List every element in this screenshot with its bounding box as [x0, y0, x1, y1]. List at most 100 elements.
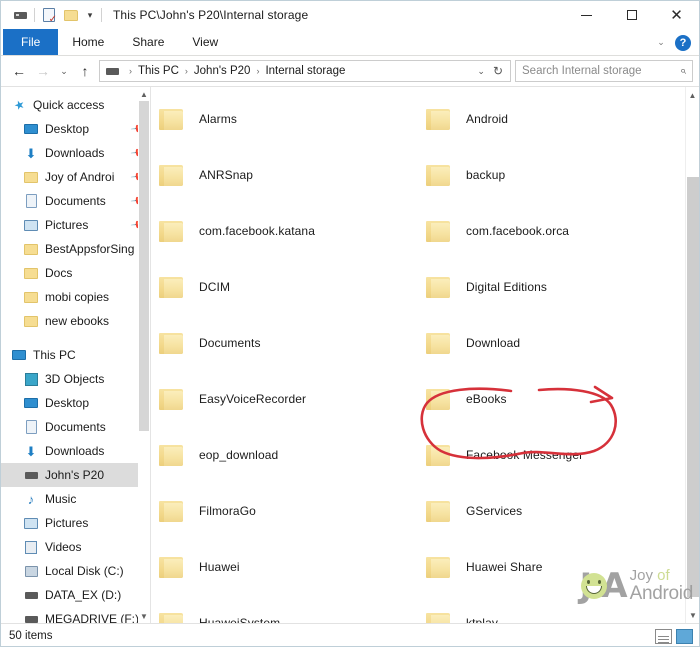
tab-view[interactable]: View — [178, 29, 232, 55]
tab-home[interactable]: Home — [58, 29, 118, 55]
file-item-easyvoicerecorder[interactable]: EasyVoiceRecorder — [151, 371, 418, 427]
new-folder-icon[interactable] — [60, 5, 82, 25]
file-label: Huawei — [199, 560, 240, 574]
folder-icon — [159, 275, 185, 299]
watermark: J A Joy of Android — [580, 568, 694, 604]
sidebar-item-pc-desktop[interactable]: Desktop — [1, 391, 150, 415]
forward-button[interactable]: → — [31, 59, 55, 83]
file-label: GServices — [466, 504, 523, 518]
sidebar-item-pc-pictures[interactable]: Pictures — [1, 511, 150, 535]
sidebar-item-3d-objects[interactable]: 3D Objects — [1, 367, 150, 391]
ribbon-right-controls: ⌄ ? — [653, 29, 695, 56]
monitor-icon — [23, 395, 39, 411]
breadcrumb-this-pc[interactable]: This PC — [138, 65, 179, 77]
sidebar-item-documents[interactable]: Documents 📌 — [1, 189, 150, 213]
sidebar-item-desktop[interactable]: Desktop 📌 — [1, 117, 150, 141]
sidebar-item-downloads[interactable]: ⬇ Downloads 📌 — [1, 141, 150, 165]
sidebar-item-data-ex-d[interactable]: DATA_EX (D:) — [1, 583, 150, 607]
sidebar-item-pictures[interactable]: Pictures 📌 — [1, 213, 150, 237]
breadcrumb-separator-2: › — [256, 66, 260, 76]
minimize-button[interactable] — [564, 1, 609, 29]
scroll-down-icon[interactable]: ▼ — [138, 609, 150, 623]
file-label: Documents — [199, 336, 261, 350]
help-icon[interactable]: ? — [675, 34, 691, 51]
file-item-alarms[interactable]: Alarms — [151, 91, 418, 147]
properties-icon[interactable] — [38, 5, 60, 25]
scroll-up-icon[interactable]: ▲ — [138, 87, 150, 101]
file-pane-scrollbar[interactable]: ▲ ▼ — [685, 87, 699, 623]
file-item-download[interactable]: Download — [418, 315, 685, 371]
file-item-documents[interactable]: Documents — [151, 315, 418, 371]
file-label: Digital Editions — [466, 280, 547, 294]
download-icon: ⬇ — [25, 443, 37, 459]
status-bar: 50 items — [1, 623, 699, 646]
breadcrumb-johns-p20[interactable]: John's P20 — [194, 65, 251, 77]
back-button[interactable]: ← — [7, 59, 31, 83]
sidebar-item-johns-p20[interactable]: John's P20 — [1, 463, 150, 487]
recent-locations-button[interactable]: ⌄ — [55, 59, 73, 83]
breadcrumb-internal-storage[interactable]: Internal storage — [265, 65, 345, 77]
up-button[interactable]: ↑ — [73, 59, 97, 83]
sidebar-item-mobi-copies[interactable]: mobi copies — [1, 285, 150, 309]
file-item-facebook-messenger[interactable]: Facebook Messenger — [418, 427, 685, 483]
sidebar-scroll-thumb[interactable] — [139, 101, 149, 431]
details-view-button[interactable] — [655, 628, 672, 644]
breadcrumb[interactable]: › This PC › John's P20 › Internal storag… — [99, 60, 511, 82]
scroll-down-icon[interactable]: ▼ — [686, 607, 699, 623]
file-item-filmorago[interactable]: FilmoraGo — [151, 483, 418, 539]
address-bar: ← → ⌄ ↑ › This PC › John's P20 › Interna… — [1, 56, 699, 86]
tab-file[interactable]: File — [3, 29, 59, 55]
sidebar-item-bestappsforsing[interactable]: BestAppsforSing — [1, 237, 150, 261]
3d-objects-icon — [23, 371, 39, 387]
file-item-backup[interactable]: backup — [418, 147, 685, 203]
file-item-android[interactable]: Android — [418, 91, 685, 147]
drive-icon[interactable] — [9, 5, 31, 25]
search-icon: ⌕ — [679, 64, 686, 77]
file-item-huawei[interactable]: Huawei — [151, 539, 418, 595]
drive-icon — [23, 611, 39, 623]
file-item-digital-editions[interactable]: Digital Editions — [418, 259, 685, 315]
chevron-down-icon[interactable]: ⌄ — [474, 66, 488, 77]
item-count: 50 items — [9, 629, 53, 642]
file-item-dcim[interactable]: DCIM — [151, 259, 418, 315]
sidebar-item-music[interactable]: ♪ Music — [1, 487, 150, 511]
maximize-button[interactable] — [609, 1, 654, 29]
file-item-gservices[interactable]: GServices — [418, 483, 685, 539]
sidebar-item-joy-of-android[interactable]: Joy of Androi 📌 — [1, 165, 150, 189]
file-item-ebooks[interactable]: eBooks — [418, 371, 685, 427]
sidebar-item-docs[interactable]: Docs — [1, 261, 150, 285]
file-item-com-facebook-katana[interactable]: com.facebook.katana — [151, 203, 418, 259]
refresh-icon[interactable]: ↻ — [490, 64, 506, 78]
star-icon: ★ — [11, 96, 27, 114]
scroll-up-icon[interactable]: ▲ — [686, 87, 699, 103]
sidebar-item-megadrive-f[interactable]: MEGADRIVE (F:) — [1, 607, 150, 623]
tab-share[interactable]: Share — [118, 29, 178, 55]
sidebar-item-new-ebooks[interactable]: new ebooks — [1, 309, 150, 333]
sidebar-group-this-pc[interactable]: This PC — [1, 343, 150, 367]
file-label: Huawei Share — [466, 560, 543, 574]
explorer-body: ★ Quick access Desktop 📌 ⬇ Downloads 📌 J… — [1, 86, 699, 623]
sidebar-item-local-disk-c[interactable]: Local Disk (C:) — [1, 559, 150, 583]
sidebar-item-pc-downloads[interactable]: ⬇ Downloads — [1, 439, 150, 463]
sidebar-item-videos[interactable]: Videos — [1, 535, 150, 559]
file-label: eBooks — [466, 392, 507, 406]
close-button[interactable]: ✕ — [654, 1, 699, 29]
breadcrumb-separator-0: › — [129, 66, 132, 76]
watermark-line2: Android — [629, 582, 694, 604]
file-item-anrsnap[interactable]: ANRSnap — [151, 147, 418, 203]
sidebar-group-quick-access[interactable]: ★ Quick access — [1, 93, 150, 117]
chevron-down-icon[interactable]: ▾ — [82, 5, 98, 25]
tiles-view-button[interactable] — [676, 628, 693, 644]
sidebar-group-label: This PC — [33, 348, 76, 362]
chevron-down-icon[interactable]: ⌄ — [653, 37, 669, 48]
sidebar-item-pc-documents[interactable]: Documents — [1, 415, 150, 439]
sidebar-scrollbar[interactable]: ▲ ▼ — [138, 87, 150, 623]
file-item-com-facebook-orca[interactable]: com.facebook.orca — [418, 203, 685, 259]
file-item-huaweisystem[interactable]: HuaweiSystem — [151, 595, 418, 623]
search-input[interactable]: Search Internal storage ⌕ — [515, 60, 693, 82]
file-scroll-thumb[interactable] — [687, 177, 699, 597]
folder-icon — [426, 163, 452, 187]
folder-icon — [23, 289, 39, 305]
file-item-eop-download[interactable]: eop_download — [151, 427, 418, 483]
folder-icon — [426, 275, 452, 299]
